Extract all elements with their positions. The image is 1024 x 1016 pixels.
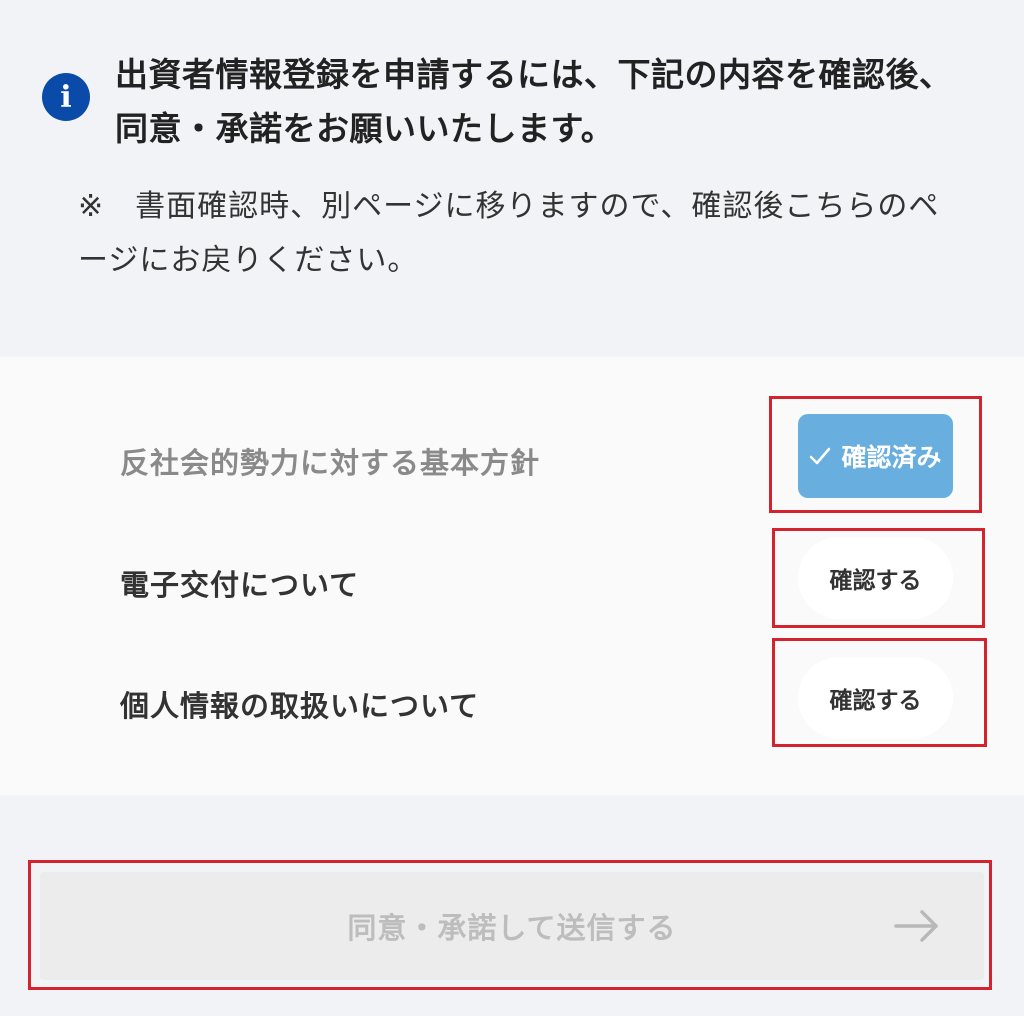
highlight-outline: [769, 396, 982, 513]
document-label-antisocial: 反社会的勢力に対する基本方針: [120, 446, 541, 480]
page-title: 出資者情報登録を申請するには、下記の内容を確認後、同意・承諾をお願いいたします。: [115, 55, 953, 148]
document-label-personal-info: 個人情報の取扱いについて: [120, 689, 480, 723]
document-label-electronic-delivery: 電子交付について: [120, 568, 360, 602]
highlight-outline: [28, 860, 992, 990]
agreement-page: i 出資者情報登録を申請するには、下記の内容を確認後、同意・承諾をお願いいたしま…: [0, 0, 1024, 1016]
page-note: ※ 書面確認時、別ページに移りますので、確認後こちらのページにお戻りください。: [78, 189, 940, 278]
info-icon: i: [42, 73, 90, 121]
highlight-outline: [772, 528, 985, 628]
highlight-outline: [772, 638, 987, 747]
